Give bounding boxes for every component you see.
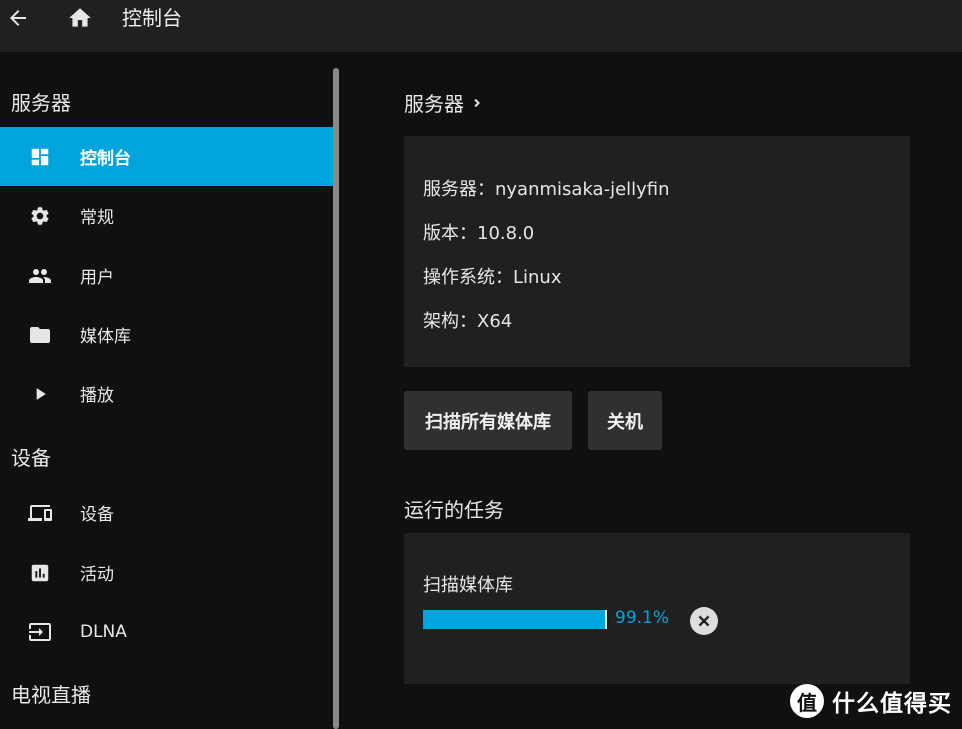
running-tasks-title: 运行的任务 [404, 498, 504, 522]
chevron-right-icon [470, 96, 484, 110]
folder-icon [28, 323, 52, 347]
sidebar-section-server: 服务器 [11, 91, 71, 115]
devices-icon [28, 501, 52, 525]
sidebar-section-livetv: 电视直播 [11, 683, 91, 707]
server-section-link[interactable]: 服务器 [404, 88, 484, 117]
server-arch: 架构：X64 [423, 311, 513, 332]
home-button[interactable] [66, 4, 94, 32]
sidebar-scrollbar[interactable] [333, 68, 339, 729]
sidebar-item-label: DLNA [80, 621, 127, 642]
scan-all-libraries-button[interactable]: 扫描所有媒体库 [404, 391, 572, 450]
sidebar-section-devices: 设备 [11, 446, 51, 470]
watermark-text: 什么值得买 [832, 691, 952, 717]
back-button[interactable] [4, 4, 32, 32]
sidebar-item-activity[interactable]: 活动 [0, 543, 333, 602]
home-icon [69, 8, 91, 27]
server-os: 操作系统：Linux [423, 267, 562, 288]
sidebar-item-label: 活动 [80, 565, 114, 585]
sidebar-item-label: 常规 [80, 208, 114, 228]
sidebar-item-playback[interactable]: 播放 [0, 364, 333, 423]
shutdown-button[interactable]: 关机 [588, 391, 662, 450]
dashboard-icon [28, 145, 52, 169]
sidebar-item-label: 播放 [80, 386, 114, 406]
server-info-card: 服务器：nyanmisaka-jellyfin 版本：10.8.0 操作系统：L… [404, 136, 910, 367]
top-bar: 控制台 [0, 0, 962, 52]
task-progress-text: 99.1% [615, 608, 670, 628]
sidebar-item-devices[interactable]: 设备 [0, 483, 333, 542]
cancel-task-button[interactable] [690, 607, 718, 635]
server-name: 服务器：nyanmisaka-jellyfin [423, 179, 670, 200]
watermark: 值 什么值得买 [790, 683, 952, 719]
sidebar-item-dlna[interactable]: DLNA [0, 602, 333, 661]
sidebar-item-general[interactable]: 常规 [0, 186, 333, 245]
sidebar-item-label: 媒体库 [80, 327, 131, 347]
task-progress-bar [423, 610, 609, 629]
gear-icon [28, 204, 52, 228]
chart-icon [28, 561, 52, 585]
task-name: 扫描媒体库 [423, 575, 513, 596]
watermark-logo: 值 [790, 684, 824, 718]
sidebar-item-dashboard[interactable]: 控制台 [0, 127, 333, 186]
sidebar-item-label: 设备 [80, 505, 114, 525]
sidebar-item-libraries[interactable]: 媒体库 [0, 305, 333, 364]
arrow-back-icon [10, 10, 26, 26]
input-icon [28, 620, 52, 644]
task-card: 扫描媒体库 99.1% [404, 533, 910, 684]
sidebar-item-label: 用户 [80, 268, 114, 288]
page-title: 控制台 [122, 6, 182, 30]
server-version: 版本：10.8.0 [423, 223, 535, 244]
play-icon [28, 382, 52, 406]
sidebar-item-label: 控制台 [80, 149, 131, 169]
task-progress-fill [423, 610, 608, 629]
people-icon [28, 264, 52, 288]
sidebar-item-users[interactable]: 用户 [0, 246, 333, 305]
close-icon [698, 615, 710, 627]
server-section-title: 服务器 [404, 92, 464, 116]
